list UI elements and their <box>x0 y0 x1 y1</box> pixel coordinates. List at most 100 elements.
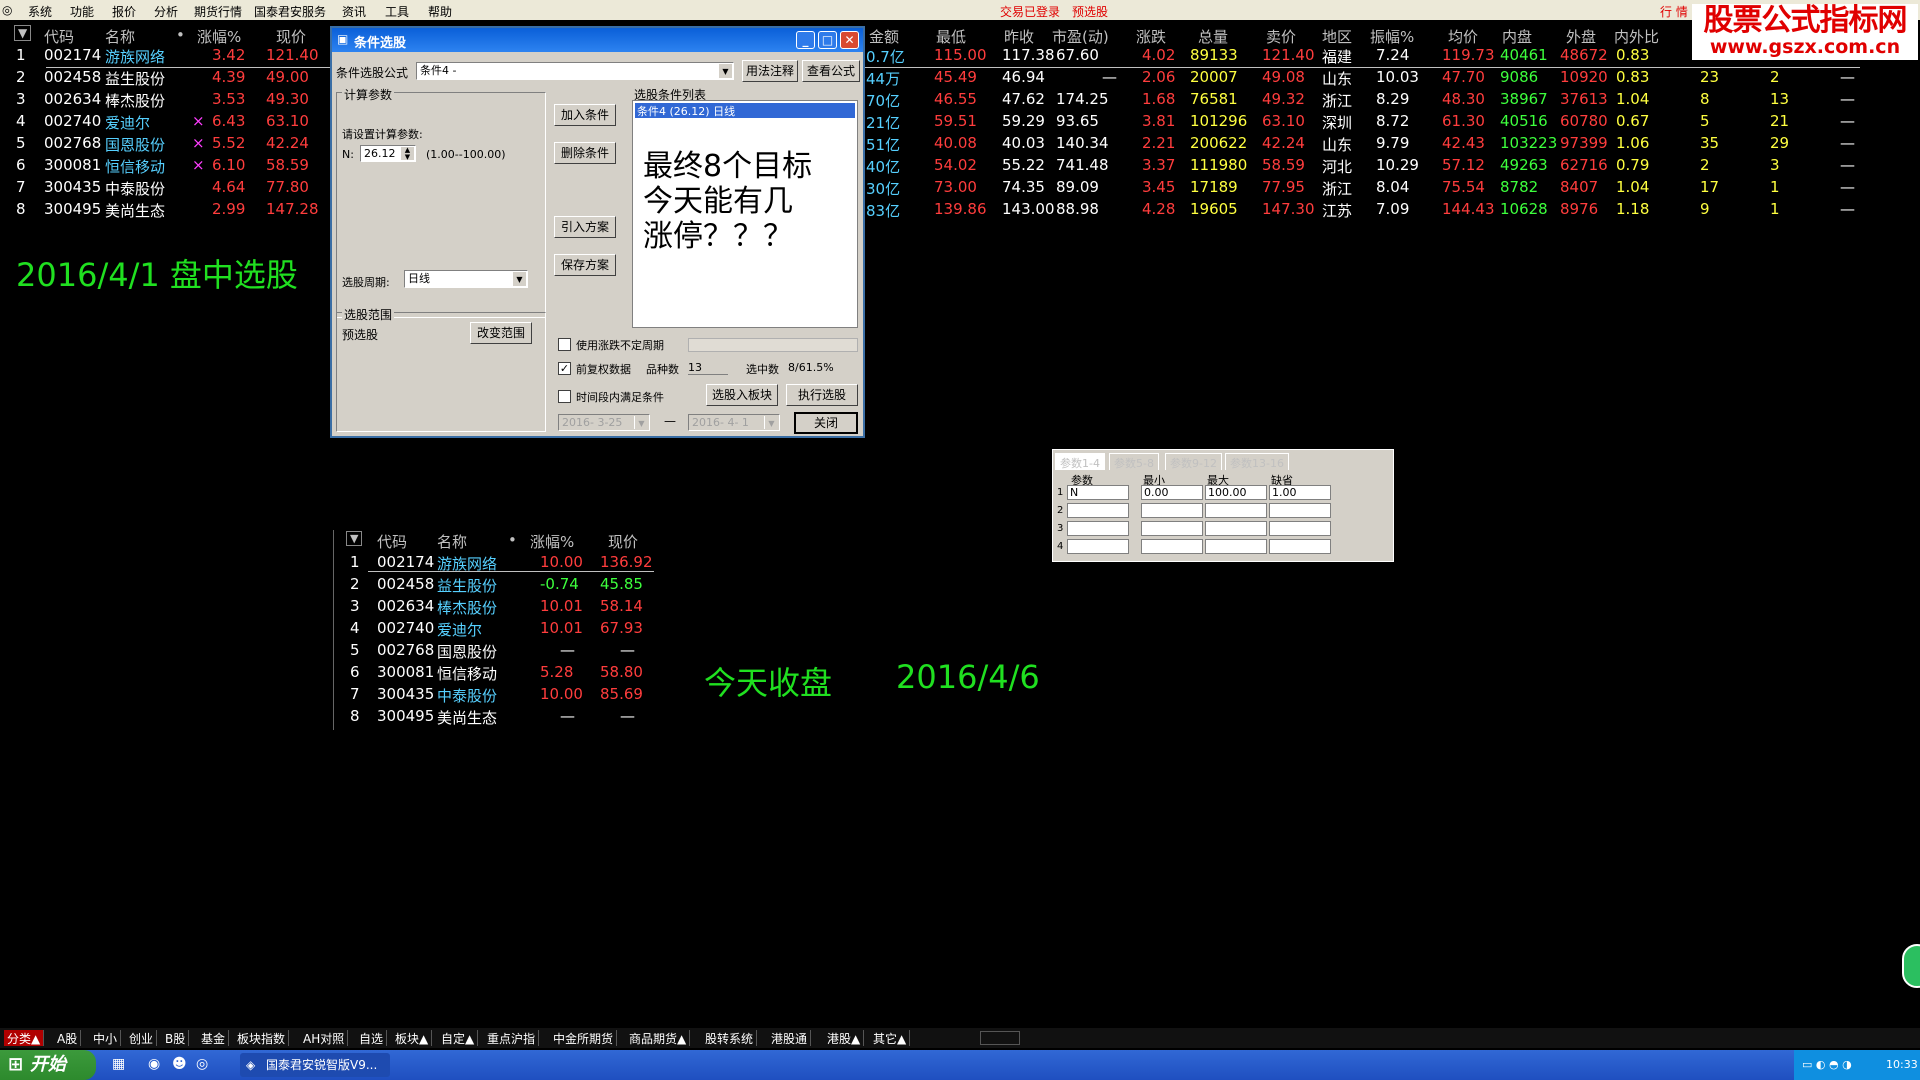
close-cell-code[interactable]: 002174 <box>377 553 434 571</box>
quote-cell-name[interactable]: 爱迪尔 <box>105 112 150 133</box>
quote-cell-name[interactable]: 国恩股份 <box>105 134 165 155</box>
params-cell-min[interactable]: 0.00 <box>1141 485 1203 500</box>
col-region[interactable]: 地区 <box>1322 26 1352 47</box>
col-dot[interactable]: • <box>176 26 185 44</box>
params-cell-max[interactable] <box>1205 503 1267 518</box>
tab-params-9-12[interactable]: 参数9-12 <box>1165 453 1222 470</box>
view-formula-button[interactable]: 查看公式 <box>802 60 860 82</box>
menu-analysis[interactable]: 分析 <box>154 3 178 20</box>
params-cell-def[interactable]: 1.00 <box>1269 485 1331 500</box>
tab-params-5-8[interactable]: 参数5-8 <box>1109 453 1159 470</box>
period-select[interactable]: 日线 ▼ <box>404 270 528 288</box>
login-status[interactable]: 交易已登录 <box>1000 3 1060 20</box>
chevron-down-icon[interactable]: ▼ <box>718 64 732 78</box>
col-ratio[interactable]: 内外比 <box>1614 26 1659 47</box>
menu-quote[interactable]: 报价 <box>112 3 136 20</box>
chevron-down-icon[interactable]: ▼ <box>764 416 778 429</box>
category-tab[interactable]: 港股通 <box>768 1030 812 1046</box>
quote-cell-name[interactable]: 益生股份 <box>105 68 165 89</box>
menu-system[interactable]: 系统 <box>28 3 52 20</box>
category-tab[interactable]: 创业 <box>126 1030 158 1046</box>
close-cell-code[interactable]: 300435 <box>377 685 434 703</box>
close-cell-code[interactable]: 002768 <box>377 641 434 659</box>
minimize-button[interactable]: _ <box>796 31 815 49</box>
date-to-field[interactable]: 2016- 4- 1 ▼ <box>688 414 780 431</box>
close-cell-code[interactable]: 002458 <box>377 575 434 593</box>
category-tab[interactable]: 自定▲ <box>438 1030 479 1046</box>
close-cell-code[interactable]: 002634 <box>377 597 434 615</box>
condition-list[interactable]: 条件4 (26.12) 日线 最终8个目标 今天能有几 涨停？？？ <box>632 100 858 328</box>
quote-cell-code[interactable]: 002174 <box>44 46 101 64</box>
col-pct[interactable]: 涨幅% <box>197 26 241 47</box>
category-tab[interactable]: 分类▲ <box>4 1030 45 1046</box>
params-cell-max[interactable] <box>1205 539 1267 554</box>
category-tab[interactable]: 中小 <box>90 1030 122 1046</box>
col-avg[interactable]: 均价 <box>1448 26 1478 47</box>
chevron-down-icon[interactable]: ▼ <box>512 272 526 286</box>
quote-cell-code[interactable]: 002634 <box>44 90 101 108</box>
category-tab[interactable]: AH对照 <box>300 1030 349 1046</box>
change-scope-button[interactable]: 改变范围 <box>470 322 532 344</box>
tab-params-1-4[interactable]: 参数1-4 <box>1055 453 1105 470</box>
quote-cell-code[interactable]: 002458 <box>44 68 101 86</box>
close-icon[interactable]: ✕ <box>840 31 859 49</box>
clock[interactable]: 10:33 <box>1886 1058 1918 1071</box>
col-amount[interactable]: 金额 <box>869 26 899 47</box>
add-condition-button[interactable]: 加入条件 <box>554 104 616 126</box>
period-condition-checkbox[interactable] <box>558 390 571 403</box>
dialog-titlebar[interactable]: ▣ 条件选股 _ □ ✕ <box>332 28 863 52</box>
params-cell-name[interactable]: N <box>1067 485 1129 500</box>
col-change[interactable]: 涨跌 <box>1136 26 1166 47</box>
category-tab[interactable]: 其它▲ <box>870 1030 911 1046</box>
close-table-menu-icon[interactable]: ▼ <box>346 531 363 546</box>
params-cell-max[interactable] <box>1205 521 1267 536</box>
column-menu-icon[interactable]: ▼ <box>14 25 32 41</box>
close-button[interactable]: 关闭 <box>794 412 858 434</box>
delete-condition-button[interactable]: 删除条件 <box>554 142 616 164</box>
col-price[interactable]: 现价 <box>276 26 306 47</box>
menu-service[interactable]: 国泰君安服务 <box>254 3 326 20</box>
close-cell-name[interactable]: 美尚生态 <box>437 707 497 728</box>
category-tab[interactable]: 板块▲ <box>392 1030 433 1046</box>
params-cell-def[interactable] <box>1269 503 1331 518</box>
close-cell-name[interactable]: 爱迪尔 <box>437 619 482 640</box>
date-from-field[interactable]: 2016- 3-25 ▼ <box>558 414 650 431</box>
category-tab[interactable]: B股 <box>162 1030 190 1046</box>
category-tab[interactable]: 股转系统 <box>702 1030 758 1046</box>
params-cell-def[interactable] <box>1269 521 1331 536</box>
quote-cell-code[interactable]: 300081 <box>44 156 101 174</box>
menu-tools[interactable]: 工具 <box>385 3 409 20</box>
quote-cell-name[interactable]: 恒信移动 <box>105 156 165 177</box>
condition-list-item[interactable]: 条件4 (26.12) 日线 <box>635 103 855 118</box>
start-button[interactable]: ⊞ 开始 <box>0 1050 96 1080</box>
col-prev-close[interactable]: 昨收 <box>1004 26 1034 47</box>
quicklaunch-icon[interactable]: ▦ <box>112 1056 125 1072</box>
params-cell-min[interactable] <box>1141 539 1203 554</box>
category-tab[interactable]: 自选 <box>356 1030 388 1046</box>
close-col-dot[interactable]: • <box>508 531 517 549</box>
params-cell-max[interactable]: 100.00 <box>1205 485 1267 500</box>
col-code[interactable]: 代码 <box>44 26 74 47</box>
params-cell-name[interactable] <box>1067 539 1129 554</box>
taskbar-window-button[interactable]: ◈ 国泰君安锐智版V9... <box>240 1053 390 1077</box>
close-col-name[interactable]: 名称 <box>437 531 467 552</box>
close-cell-name[interactable]: 恒信移动 <box>437 663 497 684</box>
tray-icons[interactable]: ▭ ◐ ◓ ◑ <box>1802 1058 1852 1071</box>
quote-cell-code[interactable]: 300435 <box>44 178 101 196</box>
close-cell-name[interactable]: 国恩股份 <box>437 641 497 662</box>
quote-cell-name[interactable]: 棒杰股份 <box>105 90 165 111</box>
params-cell-name[interactable] <box>1067 503 1129 518</box>
close-cell-name[interactable]: 游族网络 <box>437 553 497 574</box>
params-cell-min[interactable] <box>1141 503 1203 518</box>
col-inner[interactable]: 内盘 <box>1502 26 1532 47</box>
menu-news[interactable]: 资讯 <box>342 3 366 20</box>
menu-function[interactable]: 功能 <box>70 3 94 20</box>
col-pe[interactable]: 市盈(动) <box>1052 26 1109 47</box>
to-block-button[interactable]: 选股入板块 <box>706 384 778 406</box>
col-ask[interactable]: 卖价 <box>1266 26 1296 47</box>
col-volume[interactable]: 总量 <box>1198 26 1228 47</box>
params-cell-def[interactable] <box>1269 539 1331 554</box>
col-outer[interactable]: 外盘 <box>1566 26 1596 47</box>
close-col-pct[interactable]: 涨幅% <box>530 531 574 552</box>
close-col-code[interactable]: 代码 <box>377 531 407 552</box>
